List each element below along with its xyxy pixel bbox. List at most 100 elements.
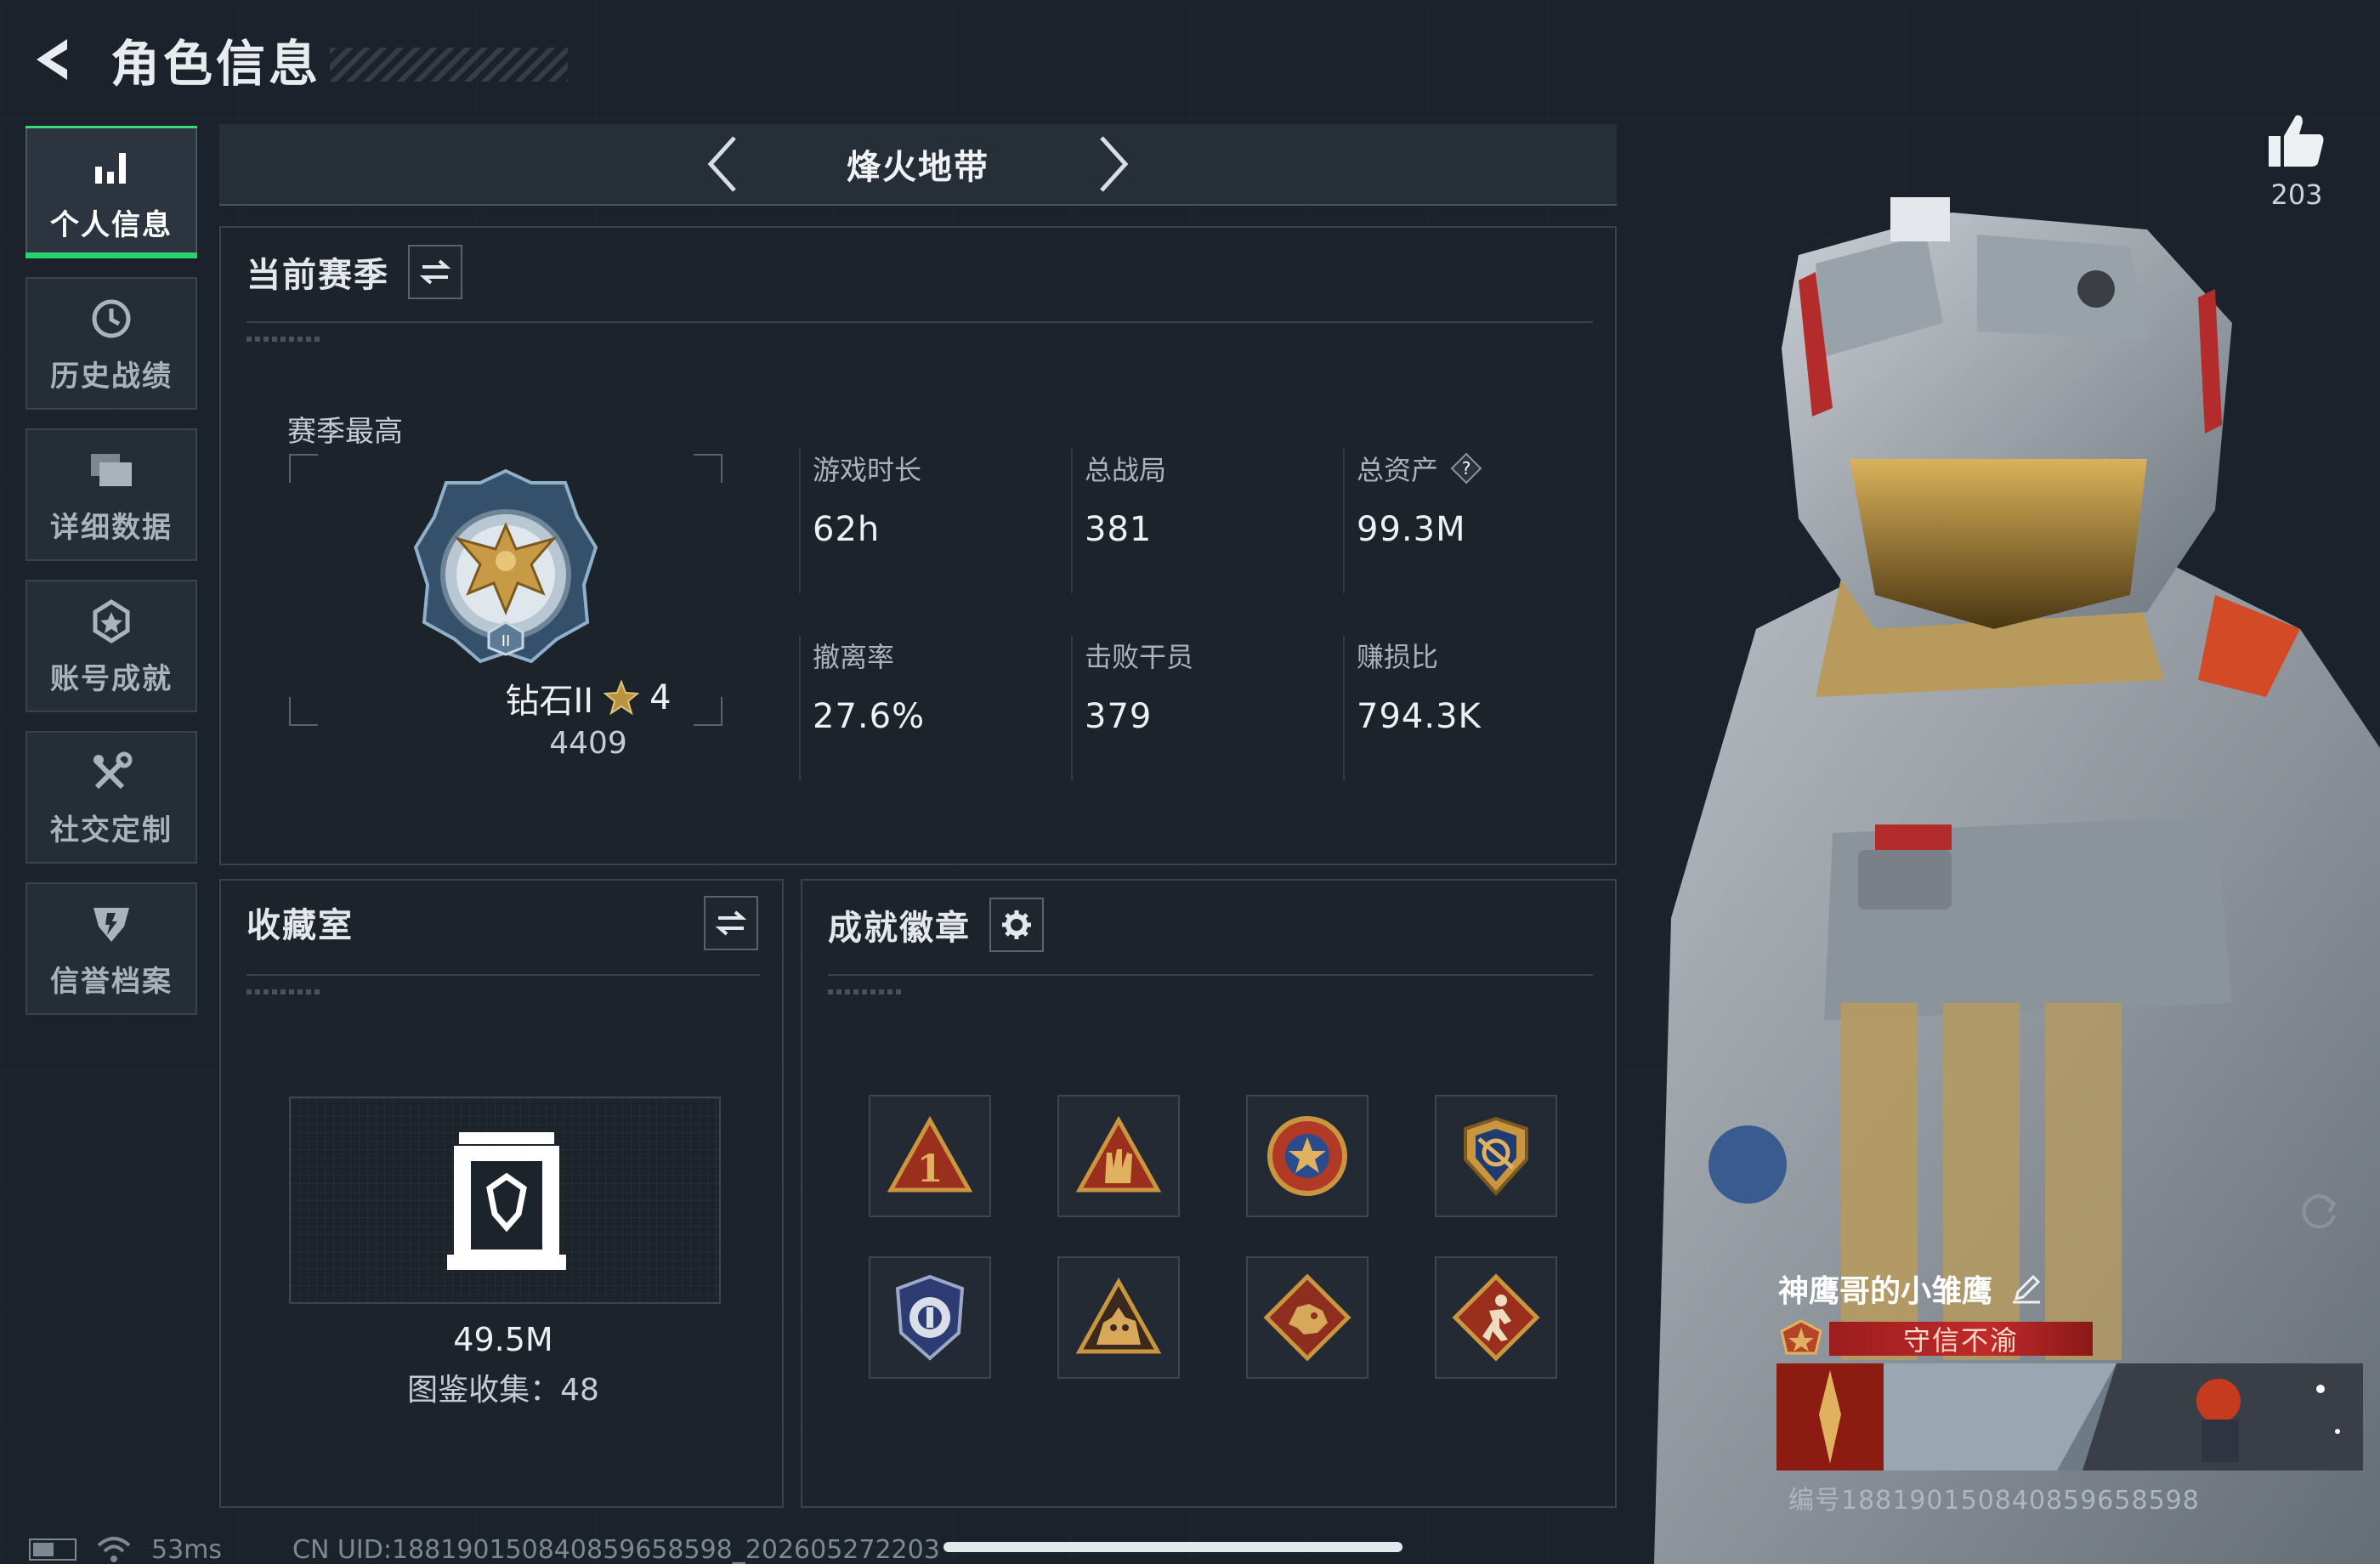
achievement-badge[interactable] <box>1435 1256 1557 1379</box>
rock-hand-triangle-badge-icon <box>1075 1115 1162 1193</box>
system-status-bar: 53ms <box>29 1535 222 1564</box>
back-button[interactable] <box>26 26 85 94</box>
stat-label: 击败干员 <box>1085 641 1194 673</box>
sidebar-item-reputation[interactable]: 信誉档案 <box>26 882 197 1015</box>
player-tag: 守信不渝 <box>1829 1322 2093 1357</box>
collection-showcase[interactable] <box>289 1096 721 1304</box>
mode-name: 烽火地带 <box>847 148 989 187</box>
sidebar: 个人信息 历史战绩 详细数据 账号成就 社交定制 信誉档案 <box>26 126 197 1034</box>
season-best-label: 赛季最高 <box>287 415 403 449</box>
season-panel: 当前赛季 赛季最高 II 钻石II 4 4409 游戏时长 62h 总战局 38… <box>219 226 1617 865</box>
achievement-badge[interactable] <box>1246 1256 1368 1379</box>
rank-score: 4409 <box>549 726 627 761</box>
season-header: 当前赛季 <box>246 245 462 299</box>
achievement-badge[interactable]: 1 <box>869 1095 991 1217</box>
ping-text: 53ms <box>151 1534 223 1564</box>
tools-wrench-icon <box>86 747 137 798</box>
season-switch-button[interactable] <box>408 245 462 299</box>
stat-total-matches: 总战局 381 <box>1071 449 1343 593</box>
gear-icon <box>1002 910 1031 939</box>
stat-label: 赚损比 <box>1357 641 1439 673</box>
help-icon[interactable]: ? <box>1450 452 1482 484</box>
stat-label: 撤离率 <box>813 641 895 673</box>
title-decoration <box>330 48 569 82</box>
header: 角色信息 <box>26 26 569 94</box>
divider <box>246 974 760 976</box>
sidebar-item-details[interactable]: 详细数据 <box>26 428 197 561</box>
reputation-shield-icon <box>86 898 137 949</box>
season-stats: 游戏时长 62h 总战局 381 总资产 ? 99.3M 撤离率 27.6% 击… <box>799 449 1598 789</box>
sidebar-item-label: 信誉档案 <box>50 964 173 999</box>
collection-count: 图鉴收集：48 <box>407 1373 599 1408</box>
like-button[interactable]: 203 <box>2252 112 2341 211</box>
stat-label: 游戏时长 <box>813 454 922 486</box>
sidebar-item-social[interactable]: 社交定制 <box>26 731 197 864</box>
player-card: 神鹰哥的小雏鹰 守信不渝 <box>1778 1263 2288 1360</box>
stat-operators-defeated: 击败干员 379 <box>1071 636 1343 780</box>
uid-text: CN UID:1881901508408596585​98_2026052722… <box>292 1535 940 1564</box>
thumbs-up-icon <box>2269 115 2324 167</box>
edit-pencil-icon[interactable] <box>2009 1272 2043 1306</box>
star-crest-badge-icon <box>1267 1116 1347 1196</box>
divider <box>828 974 1593 976</box>
gold-shield-crest-badge-icon <box>1464 1116 1528 1196</box>
beast-triangle-badge-icon <box>1075 1277 1162 1354</box>
chevron-left-icon <box>707 136 736 192</box>
bar-chart-icon <box>86 142 137 193</box>
runner-diamond-badge-icon <box>1452 1273 1540 1362</box>
divider-dash <box>246 337 323 342</box>
rank-stars: 4 <box>649 678 672 717</box>
achievement-panel: 成就徽章 1 <box>801 879 1617 1508</box>
battery-icon <box>29 1538 76 1561</box>
stat-label: 总战局 <box>1085 454 1167 486</box>
home-indicator[interactable] <box>944 1542 1402 1552</box>
divider-dash <box>246 989 323 994</box>
divider-dash <box>828 989 904 994</box>
stat-value: 794.3K <box>1357 697 1482 736</box>
collection-switch-button[interactable] <box>704 896 758 950</box>
honor-emblem-icon <box>1780 1319 1822 1355</box>
sidebar-item-label: 详细数据 <box>50 510 173 545</box>
svg-text:1: 1 <box>917 1148 944 1191</box>
vault-cabinet-icon <box>447 1132 566 1270</box>
collection-title: 收藏室 <box>246 906 354 945</box>
sidebar-item-history[interactable]: 历史战绩 <box>26 277 197 410</box>
stat-value: 381 <box>1085 510 1153 549</box>
sidebar-item-label: 账号成就 <box>50 661 173 696</box>
sidebar-item-label: 历史战绩 <box>50 359 173 394</box>
achievement-badge[interactable] <box>1435 1095 1557 1217</box>
rotate-view-icon[interactable] <box>2295 1187 2343 1234</box>
page-title: 角色信息 <box>110 35 322 93</box>
player-banner[interactable] <box>1776 1363 2363 1470</box>
diamond-rank-eagle-icon: II <box>413 468 598 664</box>
achievement-badge[interactable] <box>869 1256 991 1379</box>
sidebar-item-label: 个人信息 <box>50 207 173 242</box>
achievement-settings-button[interactable] <box>989 898 1044 952</box>
achievement-badge[interactable] <box>1246 1095 1368 1217</box>
achievement-badge[interactable] <box>1057 1256 1180 1379</box>
sidebar-item-personal-info[interactable]: 个人信息 <box>26 126 197 258</box>
player-id: 编号1881901508408596585​98 <box>1788 1486 2200 1516</box>
collection-value: 49.5M <box>453 1321 553 1358</box>
achievement-badge[interactable] <box>1057 1095 1180 1217</box>
stat-label: 总资产 <box>1357 454 1439 486</box>
like-count: 203 <box>2270 178 2323 211</box>
back-arrow-icon <box>37 39 67 80</box>
collection-header: 收藏室 <box>246 898 354 947</box>
player-name: 神鹰哥的小雏鹰 <box>1778 1274 1993 1309</box>
mode-prev-button[interactable] <box>688 126 756 202</box>
folder-stack-icon <box>86 445 137 496</box>
stat-value: 27.6% <box>813 697 926 736</box>
sidebar-item-label: 社交定制 <box>50 813 173 847</box>
swap-arrows-icon <box>715 910 747 936</box>
rank-name: 钻石II <box>505 682 594 721</box>
mode-selector: 烽火地带 <box>219 124 1617 206</box>
mode-next-button[interactable] <box>1080 126 1148 202</box>
chevron-right-icon <box>1100 136 1129 192</box>
stat-value: 99.3M <box>1357 510 1466 549</box>
rank-line: 钻石II 4 <box>418 673 758 722</box>
star-icon <box>604 680 640 716</box>
sidebar-item-achievements[interactable]: 账号成就 <box>26 580 197 712</box>
swap-arrows-icon <box>419 259 451 285</box>
divider <box>246 321 1593 323</box>
